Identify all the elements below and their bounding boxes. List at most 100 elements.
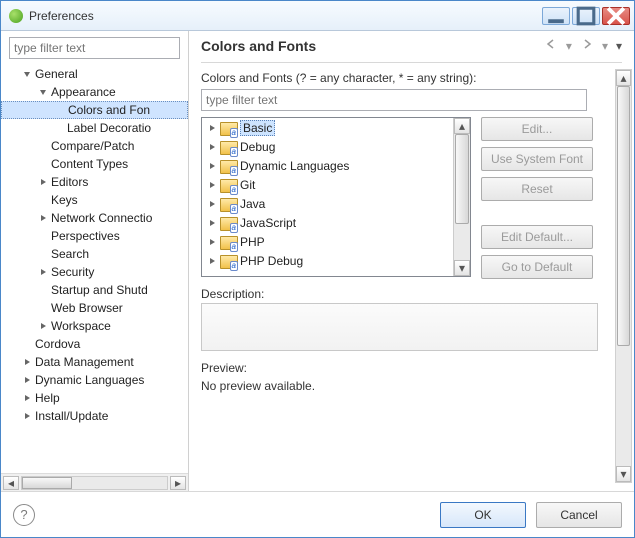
sidebar-item[interactable]: Compare/Patch [1, 137, 188, 155]
scroll-right-arrow-icon[interactable]: ▸ [170, 476, 186, 490]
scroll-up-arrow-icon[interactable]: ▴ [616, 70, 631, 86]
chevron-right-icon[interactable] [21, 356, 33, 368]
sidebar-item[interactable]: Content Types [1, 155, 188, 173]
chevron-right-icon[interactable] [21, 392, 33, 404]
preferences-window: Preferences GeneralAppearanceColors and … [0, 0, 635, 538]
chevron-right-icon[interactable] [206, 200, 218, 208]
folder-icon [220, 235, 236, 249]
category-item[interactable]: Basic [202, 118, 453, 137]
scroll-thumb[interactable] [617, 86, 630, 346]
sidebar-item[interactable]: Label Decoratio [1, 119, 188, 137]
chevron-right-icon[interactable] [21, 374, 33, 386]
category-list[interactable]: BasicDebugDynamic LanguagesGitJava JavaSc… [201, 117, 471, 277]
minimize-button[interactable] [542, 7, 570, 25]
sidebar-item[interactable]: Dynamic Languages [1, 371, 188, 389]
titlebar: Preferences [1, 1, 634, 31]
sidebar-item[interactable]: Network Connectio [1, 209, 188, 227]
scroll-track[interactable] [454, 134, 470, 260]
twisty-spacer [37, 158, 49, 170]
chevron-down-icon[interactable] [21, 68, 33, 80]
chevron-right-icon[interactable] [37, 212, 49, 224]
sidebar-item[interactable]: Startup and Shutd [1, 281, 188, 299]
sidebar-item[interactable]: Help [1, 389, 188, 407]
chevron-right-icon[interactable] [206, 219, 218, 227]
scroll-thumb[interactable] [455, 134, 469, 224]
chevron-right-icon[interactable] [206, 162, 218, 170]
chevron-right-icon[interactable] [206, 181, 218, 189]
twisty-spacer [54, 104, 66, 116]
app-icon [9, 9, 23, 23]
chevron-right-icon[interactable] [206, 238, 218, 246]
scroll-track[interactable] [21, 476, 168, 490]
sidebar-item[interactable]: Perspectives [1, 227, 188, 245]
scroll-down-arrow-icon[interactable]: ▾ [454, 260, 470, 276]
folder-icon [220, 178, 236, 192]
sidebar-item[interactable]: Install/Update [1, 407, 188, 425]
main-panel: Colors and Fonts ▾ ▾ ▾ Colors and Fonts … [189, 31, 634, 491]
chevron-right-icon[interactable] [206, 124, 218, 132]
scroll-thumb[interactable] [22, 477, 72, 489]
reset-button[interactable]: Reset [481, 177, 593, 201]
tree-item-label: Cordova [35, 337, 80, 351]
chevron-right-icon[interactable] [206, 257, 218, 265]
nav-forward-icon[interactable] [580, 37, 594, 54]
sidebar-item[interactable]: Search [1, 245, 188, 263]
nav-back-menu-icon[interactable]: ▾ [566, 39, 572, 53]
sidebar-item[interactable]: General [1, 65, 188, 83]
scroll-down-arrow-icon[interactable]: ▾ [616, 466, 631, 482]
chevron-right-icon[interactable] [37, 176, 49, 188]
sidebar-item[interactable]: Workspace [1, 317, 188, 335]
cancel-button[interactable]: Cancel [536, 502, 622, 528]
close-button[interactable] [602, 7, 630, 25]
nav-back-icon[interactable] [544, 37, 558, 54]
category-item[interactable]: Java [202, 194, 453, 213]
main-panel-scrollbar[interactable]: ▴ ▾ [615, 69, 632, 483]
tree-item-label: Install/Update [35, 409, 108, 423]
chevron-right-icon[interactable] [37, 266, 49, 278]
scroll-left-arrow-icon[interactable]: ◂ [3, 476, 19, 490]
chevron-down-icon[interactable] [37, 86, 49, 98]
sidebar-item[interactable]: Security [1, 263, 188, 281]
sidebar-item[interactable]: Cordova [1, 335, 188, 353]
tree-item-label: Keys [51, 193, 78, 207]
category-item[interactable]: Dynamic Languages [202, 156, 453, 175]
sidebar-tree[interactable]: GeneralAppearanceColors and FonLabel Dec… [1, 63, 188, 473]
nav-forward-menu-icon[interactable]: ▾ [602, 39, 608, 53]
help-icon[interactable]: ? [13, 504, 35, 526]
chevron-right-icon[interactable] [37, 320, 49, 332]
main-filter-input[interactable] [201, 89, 587, 111]
category-item[interactable]: PHP Debug [202, 251, 453, 270]
chevron-right-icon[interactable] [206, 143, 218, 151]
tree-item-label: Compare/Patch [51, 139, 134, 153]
go-to-default-button[interactable]: Go to Default [481, 255, 593, 279]
sidebar-item[interactable]: Data Management [1, 353, 188, 371]
category-label: JavaScript [240, 216, 296, 230]
ok-button[interactable]: OK [440, 502, 526, 528]
window-controls [542, 7, 630, 25]
scroll-up-arrow-icon[interactable]: ▴ [454, 118, 470, 134]
edit-button[interactable]: Edit... [481, 117, 593, 141]
category-label: Basic [240, 120, 275, 136]
category-item[interactable]: JavaScript [202, 213, 453, 232]
maximize-button[interactable] [572, 7, 600, 25]
sidebar-item[interactable]: Keys [1, 191, 188, 209]
sidebar-item[interactable]: Appearance [1, 83, 188, 101]
sidebar-horizontal-scrollbar[interactable]: ◂ ▸ [1, 473, 188, 491]
tree-item-label: Perspectives [51, 229, 120, 243]
sidebar-filter-input[interactable] [9, 37, 180, 59]
sidebar: GeneralAppearanceColors and FonLabel Dec… [1, 31, 189, 491]
filter-sublabel: Colors and Fonts (? = any character, * =… [201, 71, 598, 85]
category-list-scrollbar[interactable]: ▴ ▾ [453, 118, 470, 276]
use-system-font-button[interactable]: Use System Font [481, 147, 593, 171]
category-item[interactable]: PHP [202, 232, 453, 251]
view-menu-icon[interactable]: ▾ [616, 39, 622, 53]
edit-default-button[interactable]: Edit Default... [481, 225, 593, 249]
main-header: Colors and Fonts ▾ ▾ ▾ [201, 37, 622, 63]
scroll-track[interactable] [616, 86, 631, 466]
sidebar-item[interactable]: Editors [1, 173, 188, 191]
sidebar-item[interactable]: Web Browser [1, 299, 188, 317]
chevron-right-icon[interactable] [21, 410, 33, 422]
category-item[interactable]: Git [202, 175, 453, 194]
sidebar-item[interactable]: Colors and Fon [1, 101, 188, 119]
category-item[interactable]: Debug [202, 137, 453, 156]
